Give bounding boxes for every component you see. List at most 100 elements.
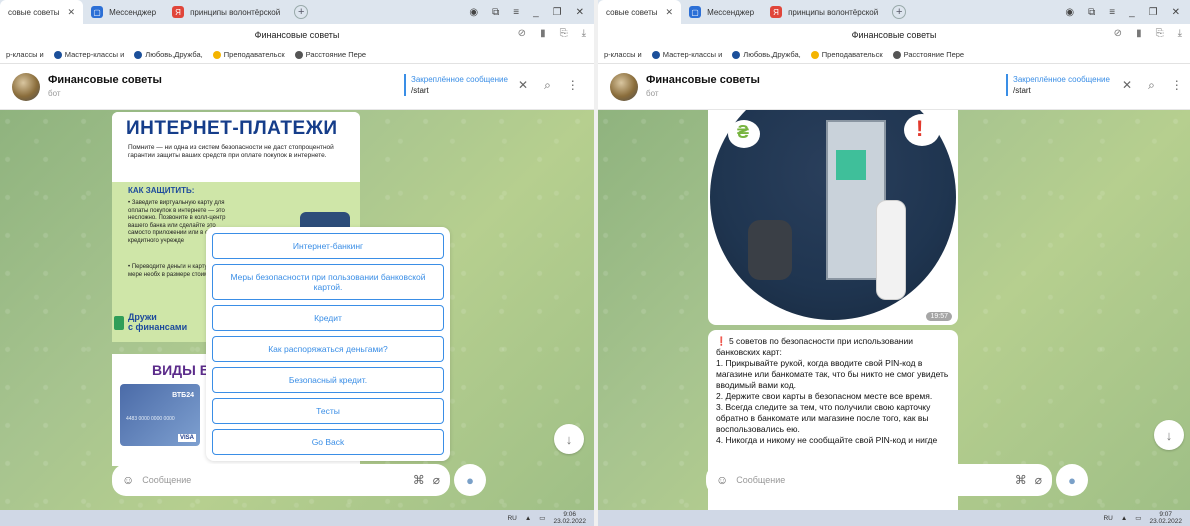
- chat-area[interactable]: ₴ ! 19:57 ❗ 5 советов по безопасности пр…: [598, 110, 1190, 510]
- bookmark-item[interactable]: Расстояние Пере: [892, 50, 964, 59]
- close-window-icon[interactable]: ✕: [1172, 7, 1180, 18]
- keyboard-button-internet-banking[interactable]: Интернет-банкинг: [212, 233, 444, 259]
- address-bar[interactable]: Финансовые советы ⊘ ▮ ⎘ ⤓: [0, 24, 594, 46]
- bookmark-item[interactable]: Расстояние Пере: [294, 50, 366, 59]
- commands-icon[interactable]: ⌘: [1015, 473, 1027, 487]
- menu-icon[interactable]: ≡: [513, 7, 519, 18]
- tab-label: Мессенджер: [109, 7, 157, 17]
- bookmark-icon[interactable]: ▮: [540, 28, 546, 39]
- pinned-message[interactable]: Закреплённое сообщение /start: [1006, 74, 1110, 96]
- close-icon[interactable]: ✕: [518, 78, 528, 93]
- keyboard-button-go-back[interactable]: Go Back: [212, 429, 444, 455]
- pinned-message[interactable]: Закреплённое сообщение /start: [404, 74, 508, 96]
- keyboard-button-credit[interactable]: Кредит: [212, 305, 444, 331]
- close-icon[interactable]: ✕: [1122, 78, 1132, 93]
- tab-messenger[interactable]: ▢ Мессенджер: [83, 0, 164, 24]
- tab-label: совые советы: [8, 7, 60, 17]
- mic-button[interactable]: ●: [454, 464, 486, 496]
- bookmark-item[interactable]: Мастер-классы и: [53, 50, 124, 59]
- bookmark-item[interactable]: Любовь,Дружба,: [732, 50, 801, 59]
- address-bar[interactable]: Финансовые советы ⊘ ▮ ⎘ ⤓: [598, 24, 1190, 46]
- emoji-icon[interactable]: ☺: [716, 473, 728, 487]
- download-icon[interactable]: ⤓: [1178, 28, 1182, 39]
- message-line: 3. Всегда следите за тем, что получили с…: [716, 402, 931, 412]
- taskbar: RU ▲ ▭ 9:06 23.02.2022: [0, 510, 594, 526]
- tab-messenger[interactable]: ▢ Мессенджер: [681, 0, 762, 24]
- hryvnia-bubble-icon: ₴: [728, 120, 760, 148]
- messenger-icon: ▢: [689, 6, 702, 18]
- keyboard-button-tests[interactable]: Тесты: [212, 398, 444, 424]
- message-line: 1. Прикрывайте рукой, когда вводите свой…: [716, 358, 923, 368]
- avatar[interactable]: [610, 73, 638, 101]
- poster2-title: ВИДЫ Б: [152, 362, 210, 378]
- keyboard-button-safe-credit[interactable]: Безопасный кредит.: [212, 367, 444, 393]
- window-controls: ◉ ⧉ ≡ _ ❐ ✕: [1065, 7, 1190, 18]
- language-indicator[interactable]: RU: [507, 515, 516, 522]
- collections-icon[interactable]: ⧉: [1088, 7, 1095, 18]
- profile-icon[interactable]: ◉: [1065, 7, 1074, 18]
- chat-name[interactable]: Финансовые советы: [48, 74, 162, 86]
- close-icon[interactable]: ✕: [68, 7, 76, 18]
- tab-volunteer[interactable]: Я принципы волонтёрской: [164, 0, 288, 24]
- language-indicator[interactable]: RU: [1103, 515, 1112, 522]
- bookmark-icon[interactable]: ▮: [1136, 28, 1142, 39]
- share-icon[interactable]: ⎘: [1156, 28, 1164, 39]
- message-input[interactable]: Сообщение: [736, 475, 1007, 485]
- browser-tab-bar: совые советы ✕ ▢ Мессенджер Я принципы в…: [0, 0, 594, 24]
- message-input[interactable]: Сообщение: [142, 475, 405, 485]
- clock[interactable]: 9:06 23.02.2022: [553, 511, 586, 525]
- attach-icon[interactable]: ⌀: [433, 473, 440, 487]
- keyboard-button-money-management[interactable]: Как распоряжаться деньгами?: [212, 336, 444, 362]
- new-tab-button[interactable]: +: [892, 5, 907, 19]
- mic-button[interactable]: ●: [1056, 464, 1088, 496]
- more-icon[interactable]: ⋮: [567, 78, 579, 93]
- share-icon[interactable]: ⎘: [560, 28, 568, 39]
- scroll-down-button[interactable]: ↓: [1154, 420, 1184, 450]
- download-icon[interactable]: ⤓: [582, 28, 586, 39]
- browser-tab-bar: совые советы ✕ ▢ Мессенджер Я принципы в…: [598, 0, 1190, 24]
- bookmark-item[interactable]: р-классы и: [604, 50, 642, 59]
- keyboard-button-card-safety[interactable]: Меры безопасности при пользовании банков…: [212, 264, 444, 300]
- bookmark-item[interactable]: Преподавательск: [212, 50, 285, 59]
- restore-icon[interactable]: ❐: [1149, 7, 1158, 18]
- new-tab-button[interactable]: +: [294, 5, 309, 19]
- bookmark-item[interactable]: р-классы и: [6, 50, 44, 59]
- search-icon[interactable]: ⌕: [1148, 78, 1155, 93]
- emoji-icon[interactable]: ☺: [122, 473, 134, 487]
- close-window-icon[interactable]: ✕: [576, 7, 584, 18]
- bot-keyboard: Интернет-банкинг Меры безопасности при п…: [206, 227, 450, 461]
- bookmark-item[interactable]: Мастер-классы и: [651, 50, 722, 59]
- bookmark-item[interactable]: Преподавательск: [810, 50, 883, 59]
- chat-name[interactable]: Финансовые советы: [646, 74, 760, 86]
- scroll-down-button[interactable]: ↓: [554, 424, 584, 454]
- minimize-icon[interactable]: _: [1129, 7, 1135, 18]
- profile-icon[interactable]: ◉: [469, 7, 478, 18]
- close-icon[interactable]: ✕: [666, 7, 674, 18]
- avatar[interactable]: [12, 73, 40, 101]
- tab-financial-advice[interactable]: совые советы ✕: [598, 0, 682, 24]
- network-icon[interactable]: ▭: [1135, 514, 1141, 522]
- tab-volunteer[interactable]: Я принципы волонтёрской: [762, 0, 886, 24]
- left-screenshot: совые советы ✕ ▢ Мессенджер Я принципы в…: [0, 0, 594, 526]
- commands-icon[interactable]: ⌘: [413, 473, 425, 487]
- tray-icon[interactable]: ▲: [1121, 515, 1127, 522]
- menu-icon[interactable]: ≡: [1109, 7, 1115, 18]
- collections-icon[interactable]: ⧉: [492, 7, 499, 18]
- link-icon[interactable]: ⊘: [1114, 28, 1122, 39]
- message-composer[interactable]: ☺ Сообщение ⌘ ⌀: [706, 464, 1052, 496]
- tab-financial-advice[interactable]: совые советы ✕: [0, 0, 84, 24]
- link-icon[interactable]: ⊘: [518, 28, 526, 39]
- minimize-icon[interactable]: _: [533, 7, 539, 18]
- clock[interactable]: 9:07 23.02.2022: [1149, 511, 1182, 525]
- attach-icon[interactable]: ⌀: [1035, 473, 1042, 487]
- more-icon[interactable]: ⋮: [1171, 78, 1183, 93]
- tray-icon[interactable]: ▲: [525, 515, 531, 522]
- pinned-value: /start: [411, 86, 429, 95]
- bank-card-image: ВТБ24 4483 0000 0000 0000 VISA: [120, 384, 200, 446]
- bookmark-item[interactable]: Любовь,Дружба,: [134, 50, 203, 59]
- search-icon[interactable]: ⌕: [544, 78, 551, 93]
- chat-area[interactable]: ИНТЕРНЕТ-ПЛАТЕЖИ Помните — ни одна из си…: [0, 110, 594, 510]
- network-icon[interactable]: ▭: [539, 514, 545, 522]
- message-composer[interactable]: ☺ Сообщение ⌘ ⌀: [112, 464, 450, 496]
- restore-icon[interactable]: ❐: [553, 7, 562, 18]
